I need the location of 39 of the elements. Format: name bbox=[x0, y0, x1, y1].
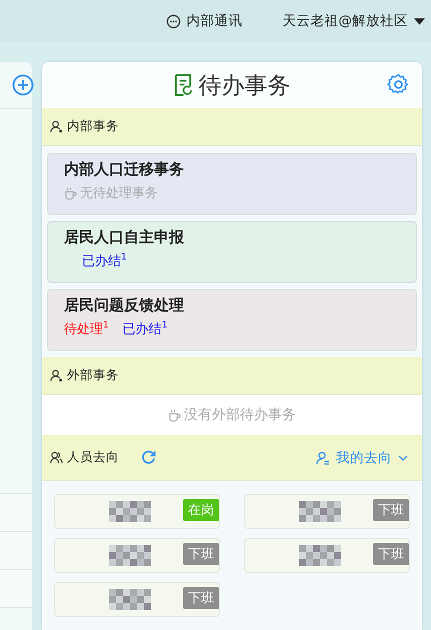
section-title: 内部事务 bbox=[67, 118, 119, 135]
blurred-name-drawing bbox=[299, 501, 341, 522]
caret-icon bbox=[414, 18, 425, 24]
panel-title: 待办事务 bbox=[198, 72, 290, 100]
people-icon bbox=[50, 451, 63, 464]
task-title: 居民问题反馈处理 bbox=[64, 296, 185, 315]
user-menu[interactable]: 天云老祖@解放社区 bbox=[282, 12, 425, 30]
person-icon bbox=[50, 120, 63, 133]
empty-message: 无待处理事务 bbox=[64, 184, 158, 202]
status-tag: 下班 bbox=[183, 543, 219, 565]
task-title: 居民人口自主申报 bbox=[64, 228, 185, 247]
person-icon bbox=[50, 369, 63, 382]
blurred-name-drawing bbox=[109, 589, 151, 610]
empty-message: 没有外部待办事务 bbox=[168, 406, 296, 424]
person-icon bbox=[316, 450, 330, 464]
task-card[interactable]: 居民人口自主申报 已办结$^{1}$ bbox=[47, 221, 417, 283]
status-link[interactable]: 已办结$^{1}$ bbox=[122, 320, 168, 338]
add-icon[interactable] bbox=[12, 74, 34, 96]
task-card[interactable]: 居民问题反馈处理 待处理$^{1}$ 已办结$^{1}$ bbox=[47, 289, 417, 351]
status-link[interactable]: 已办结$^{1}$ bbox=[82, 252, 127, 270]
refresh-icon[interactable] bbox=[141, 450, 156, 465]
blurred-name-drawing bbox=[109, 501, 151, 522]
task-card[interactable]: 内部人口迁移事务 无待处理事务 bbox=[47, 153, 417, 215]
section-title: 人员去向 bbox=[67, 449, 119, 466]
status-tag: 在岗 bbox=[183, 499, 219, 521]
section-title: 外部事务 bbox=[67, 367, 119, 384]
document-refresh-icon bbox=[174, 74, 192, 96]
status-tag: 下班 bbox=[183, 587, 219, 609]
chat-bubble-icon bbox=[166, 14, 180, 28]
task-title: 内部人口迁移事务 bbox=[64, 160, 185, 179]
blurred-name-drawing bbox=[299, 545, 341, 566]
status-tag: 下班 bbox=[373, 543, 409, 565]
cup-icon bbox=[64, 186, 77, 200]
settings-icon[interactable] bbox=[387, 73, 410, 96]
messages-link[interactable]: 内部通讯 bbox=[166, 12, 242, 30]
status-tag: 下班 bbox=[373, 499, 409, 521]
cup-icon bbox=[168, 408, 181, 422]
chevron-icon bbox=[398, 454, 408, 460]
blurred-name-drawing bbox=[109, 545, 151, 566]
